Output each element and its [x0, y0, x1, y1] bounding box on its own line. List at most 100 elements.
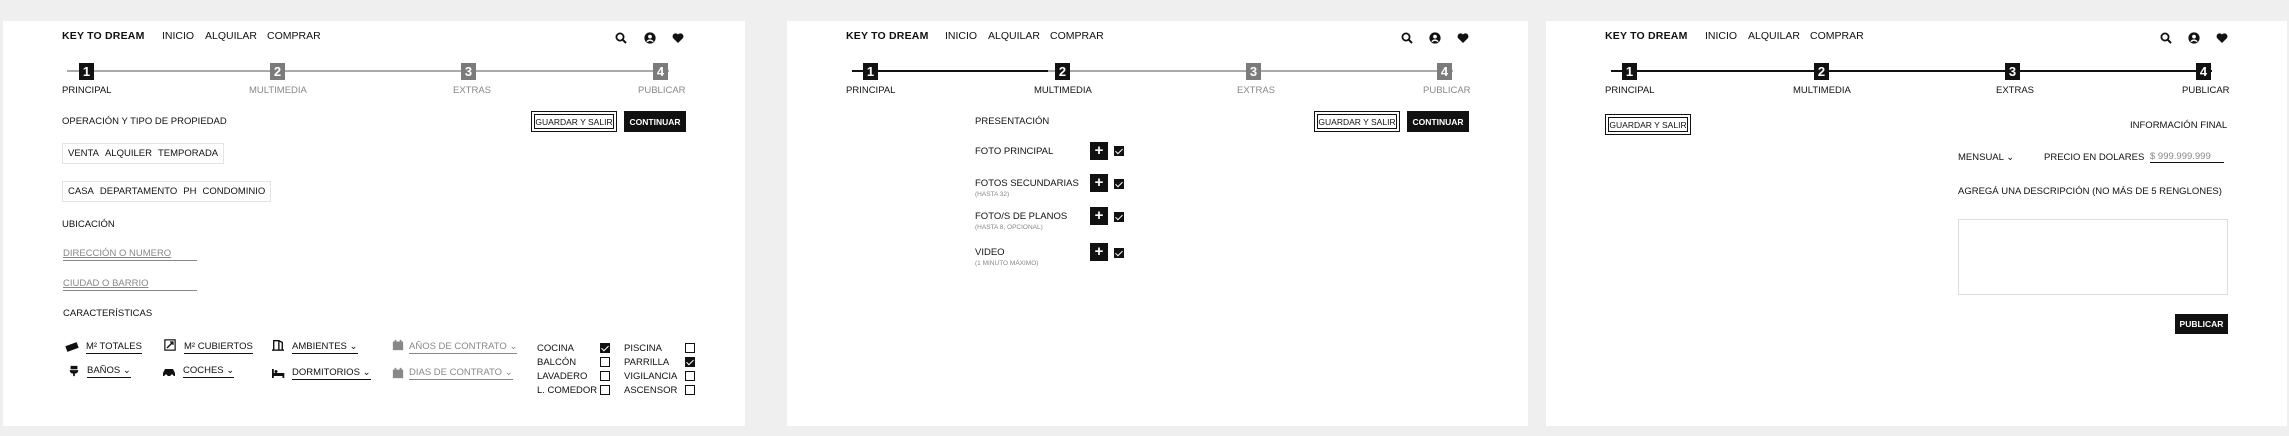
add-floor-plans-button[interactable]: +	[1090, 207, 1108, 225]
step-1-marker[interactable]: 1	[863, 63, 878, 80]
nav-inicio[interactable]: INICIO	[1705, 30, 1737, 42]
nav-comprar[interactable]: COMPRAR	[1050, 30, 1104, 42]
amenity-checkbox-piscina[interactable]	[685, 343, 695, 353]
amenity-label-parrilla: PARRILLA	[624, 357, 670, 368]
add-main-photo-button[interactable]: +	[1090, 142, 1108, 160]
step-3-marker[interactable]: 3	[1246, 63, 1261, 80]
step-4-marker[interactable]: 4	[1437, 63, 1452, 80]
brand-logo[interactable]: KEY TO DREAM	[1605, 30, 1688, 42]
period-dropdown[interactable]: MENSUAL ⌄	[1958, 152, 2014, 163]
media-label-floor-plans: FOTO/S DE PLANOS	[975, 211, 1068, 222]
bedrooms-dropdown[interactable]: DORMITORIOS ⌄	[292, 367, 371, 380]
heart-icon[interactable]	[1457, 32, 1469, 44]
calendar-icon	[392, 367, 404, 379]
nav-inicio[interactable]: INICIO	[945, 30, 977, 42]
amenity-label-comedor: L. COMEDOR	[537, 385, 598, 396]
step-3-label: EXTRAS	[1237, 85, 1276, 96]
step-2-label: MULTIMEDIA	[1793, 85, 1851, 96]
type-departamento[interactable]: DEPARTAMENTO	[97, 186, 180, 197]
step-4-marker[interactable]: 4	[2196, 63, 2211, 80]
heart-icon[interactable]	[672, 32, 684, 44]
bathrooms-dropdown[interactable]: BAÑOS ⌄	[87, 365, 131, 378]
amenity-checkbox-vigilancia[interactable]	[685, 371, 695, 381]
amenity-label-lavadero: LAVADERO	[537, 371, 588, 382]
address-input[interactable]: DIRECCIÓN O NUMERO	[63, 248, 197, 261]
search-icon[interactable]	[1401, 32, 1413, 44]
continue-button[interactable]: CONTINUAR	[1407, 111, 1469, 132]
step-3-marker[interactable]: 3	[461, 63, 476, 80]
step-2-label: MULTIMEDIA	[1034, 85, 1092, 96]
add-video-button[interactable]: +	[1090, 243, 1108, 261]
amenity-checkbox-cocina[interactable]	[600, 343, 610, 353]
price-label: PRECIO EN DOLARES	[2044, 152, 2145, 163]
type-casa[interactable]: CASA	[65, 186, 97, 197]
media-hint-floor-plans: (HASTA 8, OPCIONAL)	[975, 224, 1043, 231]
user-circle-icon[interactable]	[2188, 32, 2200, 44]
step-2-marker[interactable]: 2	[1814, 63, 1829, 80]
operation-alquiler[interactable]: ALQUILER	[102, 148, 155, 159]
brand-logo[interactable]: KEY TO DREAM	[62, 30, 145, 42]
brand-logo[interactable]: KEY TO DREAM	[846, 30, 929, 42]
description-textarea[interactable]	[1958, 219, 2228, 295]
save-exit-button[interactable]: GUARDAR Y SALIR	[1314, 111, 1400, 132]
video-checkbox[interactable]	[1114, 248, 1124, 258]
amenity-checkbox-comedor[interactable]	[600, 385, 610, 395]
main-photo-checkbox[interactable]	[1114, 146, 1124, 156]
floor-plans-checkbox[interactable]	[1114, 212, 1124, 222]
step-1-marker[interactable]: 1	[79, 63, 94, 80]
save-exit-button[interactable]: GUARDAR Y SALIR	[531, 111, 617, 132]
user-circle-icon[interactable]	[644, 32, 656, 44]
nav-comprar[interactable]: COMPRAR	[267, 30, 321, 42]
secondary-photos-checkbox[interactable]	[1114, 179, 1124, 189]
step-2-marker[interactable]: 2	[1055, 63, 1070, 80]
media-hint-video: (1 MINUTO MÁXIMO)	[975, 260, 1039, 267]
chevron-down-icon: ⌄	[2006, 152, 2015, 163]
description-label: AGREGÁ UNA DESCRIPCIÓN (NO MÁS DE 5 RENG…	[1958, 186, 2222, 197]
m2-total-field[interactable]: M² TOTALES	[86, 341, 142, 354]
chevron-down-icon: ⌄	[349, 341, 358, 352]
search-icon[interactable]	[2160, 32, 2172, 44]
nav-alquilar[interactable]: ALQUILAR	[1748, 30, 1800, 42]
progress-line-complete	[1611, 70, 2212, 72]
step-2-marker[interactable]: 2	[270, 63, 285, 80]
add-secondary-photos-button[interactable]: +	[1090, 174, 1108, 192]
continue-button[interactable]: CONTINUAR	[624, 111, 686, 132]
nav-comprar[interactable]: COMPRAR	[1810, 30, 1864, 42]
step-4-marker[interactable]: 4	[653, 63, 668, 80]
amenity-checkbox-parrilla[interactable]	[685, 357, 695, 367]
rooms-dropdown[interactable]: AMBIENTES ⌄	[292, 341, 358, 354]
amenity-label-ascensor: ASCENSOR	[624, 385, 678, 396]
user-circle-icon[interactable]	[1429, 32, 1441, 44]
step-3-marker[interactable]: 3	[2005, 63, 2020, 80]
heart-icon[interactable]	[2216, 32, 2228, 44]
operation-venta[interactable]: VENTA	[65, 148, 102, 159]
cars-dropdown[interactable]: COCHES ⌄	[183, 365, 235, 378]
publish-button[interactable]: PUBLICAR	[2175, 314, 2228, 334]
progress-line	[67, 70, 669, 72]
contract-days-dropdown[interactable]: DIAS DE CONTRATO ⌄	[409, 367, 513, 380]
price-input[interactable]: $ 999.999.999	[2150, 151, 2224, 163]
step-4-label: PUBLICAR	[638, 85, 686, 96]
calendar-icon	[392, 339, 404, 351]
type-condominio[interactable]: CONDOMINIO	[200, 186, 269, 197]
step-4-label: PUBLICAR	[1423, 85, 1471, 96]
chevron-down-icon: ⌄	[504, 367, 513, 378]
operation-temporada[interactable]: TEMPORADA	[155, 148, 221, 159]
contract-years-dropdown[interactable]: AÑOS DE CONTRATO ⌄	[409, 341, 518, 354]
nav-alquilar[interactable]: ALQUILAR	[988, 30, 1040, 42]
step-1-marker[interactable]: 1	[1622, 63, 1637, 80]
amenity-checkbox-ascensor[interactable]	[685, 385, 695, 395]
save-exit-button[interactable]: GUARDAR Y SALIR	[1605, 114, 1691, 135]
amenity-checkbox-lavadero[interactable]	[600, 371, 610, 381]
nav-inicio[interactable]: INICIO	[162, 30, 194, 42]
search-icon[interactable]	[615, 32, 627, 44]
m2-covered-field[interactable]: M² CUBIERTOS	[184, 341, 253, 354]
nav-alquilar[interactable]: ALQUILAR	[205, 30, 257, 42]
step-3-label: EXTRAS	[453, 85, 492, 96]
type-ph[interactable]: PH	[180, 186, 199, 197]
step-1-label: PRINCIPAL	[846, 85, 896, 96]
chevron-down-icon: ⌄	[226, 365, 235, 376]
expand-icon	[164, 339, 176, 351]
amenity-checkbox-balcon[interactable]	[600, 357, 610, 367]
city-input[interactable]: CIUDAD O BARRIO	[63, 278, 197, 291]
